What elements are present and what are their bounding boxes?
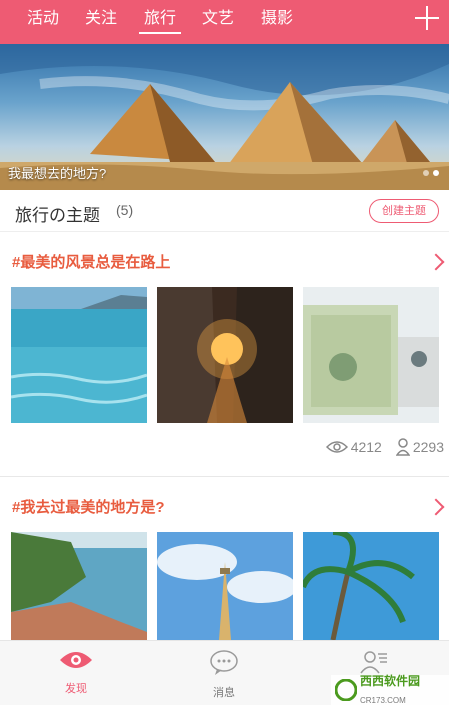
top-nav-bar: 活动 关注 旅行 文艺 摄影 (0, 0, 449, 44)
topic-photo-coast[interactable] (11, 532, 147, 640)
bottom-tab-bar: 发现 消息 西西软件园 CR173.COM (0, 640, 449, 705)
banner-caption: 我最想去的地方? (8, 166, 107, 181)
bottom-tab-label: 消息 (213, 687, 235, 699)
topic-stats: 4212 2293 (325, 438, 444, 456)
bottom-tab-messages[interactable]: 消息 (184, 649, 264, 700)
bottom-tab-discover[interactable]: 发现 (36, 649, 116, 696)
eye-icon (60, 652, 92, 668)
watermark-icon (335, 679, 357, 701)
banner-carousel[interactable]: 我最想去的地方? (0, 44, 449, 190)
views-count: 4212 (350, 439, 382, 455)
tab-activity[interactable]: 活动 (26, 8, 60, 36)
carousel-dots (423, 170, 439, 176)
topic-photo-sunset-street[interactable] (157, 287, 293, 423)
watermark-sub: CR173.COM (360, 696, 406, 705)
topic-photo-palm[interactable] (303, 532, 439, 640)
tab-art[interactable]: 文艺 (201, 8, 235, 36)
chat-bubble-icon (210, 650, 238, 675)
topic-photo-sea[interactable] (11, 287, 147, 423)
carousel-dot-active[interactable] (433, 170, 439, 176)
section-title: 旅行の主题 (15, 206, 100, 225)
bottom-tab-label: 发现 (65, 683, 87, 695)
add-icon[interactable] (413, 4, 441, 32)
section-count: (5) (116, 202, 134, 218)
person-icon (395, 438, 410, 456)
watermark-text: 西西软件园 (360, 674, 421, 688)
carousel-dot[interactable] (423, 170, 429, 176)
participants-stat: 2293 (395, 438, 444, 456)
tab-travel[interactable]: 旅行 (139, 8, 181, 36)
create-topic-button[interactable]: 创建主题 (369, 199, 439, 223)
topic-photo-tower[interactable] (157, 532, 293, 640)
eye-icon (325, 441, 348, 453)
topic-title[interactable]: #最美的风景总是在路上 (12, 251, 170, 272)
topic-photo-banknote[interactable] (303, 287, 439, 423)
views-stat: 4212 (325, 439, 382, 455)
watermark-logo: 西西软件园 CR173.COM (331, 674, 449, 705)
section-header: 旅行の主题 (5) 创建主题 (0, 190, 449, 232)
chevron-right-icon[interactable] (427, 498, 445, 516)
participants-count: 2293 (412, 439, 444, 455)
tab-photography[interactable]: 摄影 (260, 8, 294, 36)
divider (0, 476, 449, 477)
tab-follow[interactable]: 关注 (84, 8, 118, 36)
topic-title[interactable]: #我去过最美的地方是? (12, 496, 165, 517)
chevron-right-icon[interactable] (427, 253, 445, 271)
